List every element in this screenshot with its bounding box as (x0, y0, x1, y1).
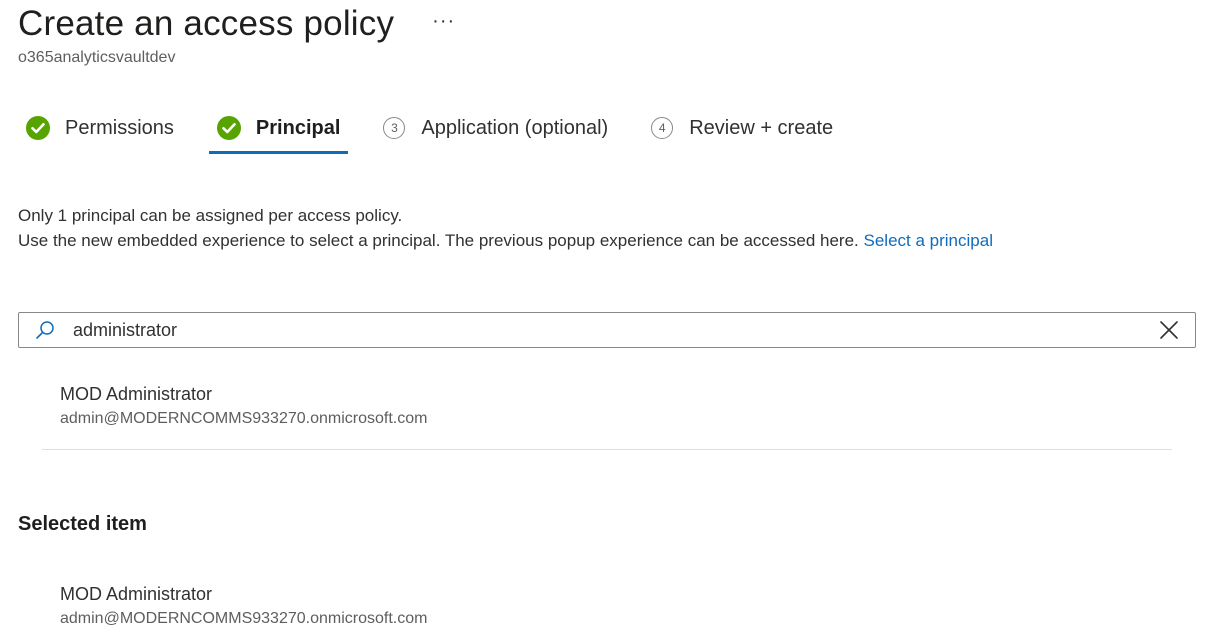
title-row: Create an access policy ··· (18, 4, 455, 44)
tab-label: Principal (255, 116, 341, 139)
tab-label: Review + create (689, 116, 834, 139)
close-icon[interactable] (1159, 320, 1179, 340)
info-line-2-text: Use the new embedded experience to selec… (18, 231, 859, 250)
selected-item-heading: Selected item (18, 513, 147, 535)
page-title: Create an access policy (18, 4, 395, 43)
info-line-2: Use the new embedded experience to selec… (18, 228, 993, 253)
info-line-1: Only 1 principal can be assigned per acc… (18, 206, 403, 225)
search-box (18, 312, 1196, 348)
wizard-steps: Permissions Principal 3 Application (opt… (18, 108, 868, 154)
tab-label: Application (optional) (421, 116, 609, 139)
tab-review-create[interactable]: 4 Review + create (643, 108, 841, 148)
step-number-icon: 3 (383, 117, 406, 139)
result-email: admin@MODERNCOMMS933270.onmicrosoft.com (60, 410, 428, 427)
more-options-icon[interactable]: ··· (432, 10, 455, 33)
step-number-icon: 4 (651, 117, 674, 139)
select-principal-link[interactable]: Select a principal (864, 231, 993, 250)
check-circle-icon (26, 116, 50, 140)
tab-permissions[interactable]: Permissions (18, 108, 182, 148)
search-result-item[interactable]: MOD Administrator admin@MODERNCOMMS93327… (42, 380, 1172, 450)
tab-label: Permissions (65, 116, 174, 139)
selected-name: MOD Administrator (60, 584, 213, 604)
tab-application[interactable]: 3 Application (optional) (375, 108, 616, 148)
result-name: MOD Administrator (60, 384, 213, 404)
selected-email: admin@MODERNCOMMS933270.onmicrosoft.com (60, 610, 428, 627)
search-input[interactable] (73, 319, 1159, 341)
info-text: Only 1 principal can be assigned per acc… (18, 203, 993, 253)
search-icon (36, 321, 54, 339)
check-circle-icon (216, 116, 241, 140)
tab-principal[interactable]: Principal (208, 108, 349, 154)
selected-item: MOD Administrator admin@MODERNCOMMS93327… (42, 580, 1172, 640)
page-subtitle: o365analyticsvaultdev (18, 49, 176, 66)
